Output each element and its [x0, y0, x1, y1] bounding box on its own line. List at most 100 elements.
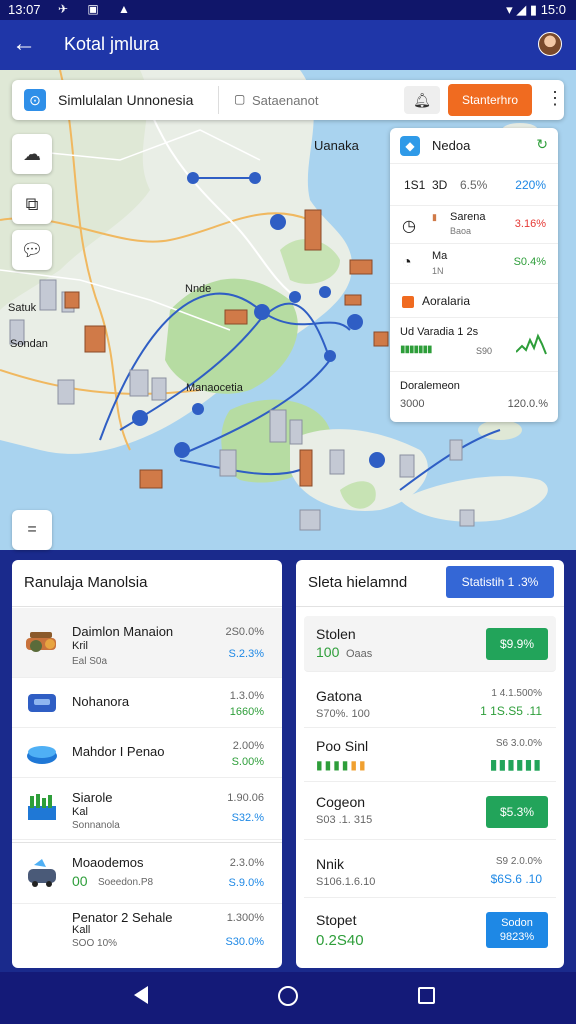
notification-icons: ✈ ▣ ▲ [58, 2, 138, 16]
status-bar: 13:07 ✈ ▣ ▲ ▾ ◢ ▮ 15:0 [0, 0, 576, 20]
stat-card[interactable]: Stolen 100 Oaas $9.9% [304, 616, 556, 672]
footer-right: 120.0.% [507, 398, 548, 410]
card-sub: S70%. 100 [316, 708, 370, 720]
app-bar: ← Kotal jmlura [0, 20, 576, 70]
avatar[interactable] [538, 32, 562, 56]
stat-card[interactable]: Cogeon S03 .1. 315 $5.3% [304, 784, 556, 840]
list-item[interactable]: Penator 2 Sehale Kall SOO 10% 1.300% S30… [12, 904, 282, 968]
item-sub: Soeedon.P8 [98, 877, 154, 888]
card-val1: 1 4.1.500% [491, 688, 542, 699]
row-name: Ma [432, 250, 448, 262]
status-battery: ▾ ◢ ▮ 15:0 [506, 2, 566, 17]
search-input[interactable] [230, 86, 400, 114]
map-label-left-bottom: Sondan [10, 338, 48, 350]
stats-row[interactable]: ◔ Ma 1N S0.4% [390, 244, 558, 284]
item-val2: S.00% [231, 756, 264, 768]
item-name-2: 00 [72, 873, 88, 889]
bottle-icon: ▮ [432, 212, 437, 222]
summary-a: 1S1 [404, 178, 426, 192]
nav-home-icon[interactable] [278, 986, 298, 1006]
cloud-icon[interactable]: ☁ [12, 134, 52, 174]
item-name: Daimlon Manaion [72, 624, 174, 639]
copy-icon[interactable]: ⧉ [12, 184, 52, 224]
card-sub: S03 .1. 315 [316, 814, 373, 826]
card-name: Cogeon [316, 794, 366, 810]
item-name: Mahdor I Penao [72, 744, 165, 759]
summary-d: 220% [515, 178, 546, 192]
list-item[interactable]: Daimlon Manaion Kril Eal S0a 2S0.0% S.2.… [12, 608, 282, 678]
sparkline-chart [516, 333, 547, 355]
card-name: Gatona [316, 688, 362, 704]
row-sub: 1N [432, 266, 444, 276]
car-icon [28, 859, 56, 887]
card-val1: S6 3.0.0% [495, 738, 542, 749]
item-val1: 1.3.0% [229, 690, 264, 702]
card-name: Nnik [316, 856, 345, 872]
menu-button[interactable]: = [12, 510, 52, 550]
item-val1: 2.3.0% [229, 857, 264, 869]
system-nav-bar [0, 972, 576, 1024]
card-name: Poo Sinl [316, 738, 369, 754]
nav-back-icon[interactable] [134, 986, 148, 1004]
nav-recents-icon[interactable] [418, 987, 435, 1004]
map-label-center-top: Nnde [185, 283, 212, 295]
map-label-left: Satuk [8, 302, 37, 314]
list-item[interactable]: Siarole Kal Sonnanola 1.90.06 S32.% [12, 778, 282, 840]
card-badge: $9.9% [486, 628, 548, 660]
item-val1: 2S0.0% [225, 626, 264, 638]
stats-header: ◆ Nedoa ↻ [390, 128, 558, 164]
item-val1: 1.90.06 [227, 792, 264, 804]
item-val2: S.9.0% [228, 877, 264, 889]
list-item[interactable]: Moaodemos 00 Soeedon.P8 2.3.0% S.9.0% [12, 842, 282, 904]
stats-summary: 1S1 3D 6.5% 220% [390, 164, 558, 206]
start-button[interactable]: Stanterhro [448, 84, 532, 116]
item-val2: S32.% [231, 812, 264, 824]
card-val2: 1 1S.S5 .11 [480, 704, 542, 718]
stat-card[interactable]: Gatona S70%. 100 1 4.1.500% 1 1S.S5 .11 [304, 678, 556, 728]
item-name-2: Kril [72, 640, 88, 652]
stats-footer: Doralemeon 3000 120.0.% [390, 372, 558, 422]
item-sub: Eal S0a [72, 656, 108, 667]
item-name: Penator 2 Sehale [72, 910, 173, 925]
list-item[interactable]: Nohanora 1.3.0% 1660% [12, 678, 282, 728]
item-name-2: Kal [72, 806, 88, 818]
map-label-center: Manaocetia [186, 382, 243, 394]
stat-card[interactable]: Poo Sinl ▮▮▮▮▮▮ S6 3.0.0% ▮▮▮▮▮▮ [304, 730, 556, 782]
location-icon: ◔ [402, 254, 412, 271]
divider [12, 606, 282, 607]
more-vert-icon[interactable]: ⋮ [546, 88, 564, 109]
item-val2: 1660% [229, 706, 264, 718]
bell-icon[interactable]: 🔔︎ [404, 86, 440, 114]
item-val2: S30.0% [225, 936, 264, 948]
chat-icon[interactable]: 💬︎ [12, 230, 52, 270]
stat-card[interactable]: Nnik S106.1.6.10 S9 2.0.0% $6S.6 .10 [304, 846, 556, 898]
summary-c: 6.5% [460, 178, 488, 192]
search-card-title: Simlulalan Unnonesia [58, 92, 194, 108]
map-label-top-right: Uanaka [314, 138, 359, 153]
stats-row[interactable]: ◷ ▮ Sarena Baoa 3.16% [390, 206, 558, 244]
sparkline-row: Ud Varadia 1 2s ▮▮▮▮▮▮▮ S90 [390, 318, 558, 372]
refresh-icon[interactable]: ↻ [536, 136, 548, 153]
card-val2: $6S.6 .10 [490, 872, 542, 886]
list-item[interactable]: Mahdor I Penao 2.00% S.00% [12, 728, 282, 778]
section-icon [402, 296, 414, 308]
statistics-button[interactable]: Statistih 1 .3% [446, 566, 554, 598]
sparkline-value: S90 [476, 346, 493, 356]
status-right-time: 15:0 [540, 2, 566, 17]
card-sub-2: Oaas [346, 648, 373, 660]
item-val1: 1.300% [226, 912, 264, 924]
item-name: Moaodemos [72, 855, 144, 870]
stats-panel: ◆ Nedoa ↻ 1S1 3D 6.5% 220% ◷ ▮ Sarena Ba… [390, 128, 558, 422]
pool-icon [27, 746, 57, 764]
card-badge: Sodon 9823% [486, 912, 548, 948]
divider [296, 606, 564, 607]
right-panel: Sleta hielamnd Statistih 1 .3% Stolen 10… [296, 560, 564, 968]
footer-title: Doralemeon [400, 380, 460, 392]
stats-title: Nedoa [432, 138, 471, 153]
item-val1: 2.00% [232, 740, 264, 752]
right-panel-title: Sleta hielamnd [308, 574, 408, 591]
row-name: Sarena [450, 211, 486, 223]
back-arrow-icon[interactable]: ← [12, 30, 36, 58]
item-name-2: Kall [72, 924, 91, 936]
stat-card[interactable]: Stopet 0.2S40 Sodon 9823% [304, 900, 556, 962]
